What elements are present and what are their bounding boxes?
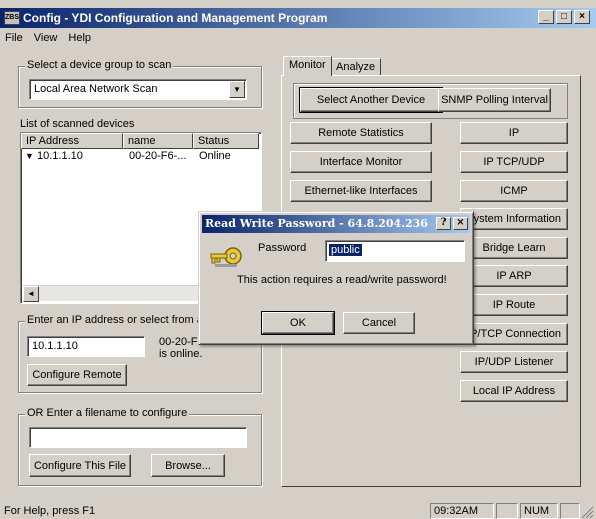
key-icon bbox=[210, 247, 242, 267]
snmp-polling-interval-button[interactable]: SNMP Polling Interval bbox=[438, 88, 551, 112]
main-window: ZBS Config - YDI Configuration and Manag… bbox=[0, 0, 596, 519]
ip-tcp-udp-button[interactable]: IP TCP/UDP bbox=[460, 151, 568, 173]
dialog-close-button[interactable]: × bbox=[453, 217, 468, 230]
password-value: public bbox=[329, 244, 362, 256]
password-input[interactable]: public bbox=[325, 240, 465, 262]
interface-monitor-button[interactable]: Interface Monitor bbox=[290, 151, 432, 173]
configure-remote-button[interactable]: Configure Remote bbox=[27, 364, 127, 386]
ip-tcp-connection-button[interactable]: P/TCP Connection bbox=[460, 323, 568, 345]
device-icon: ▼ bbox=[25, 151, 34, 161]
password-dialog: Read Write Password - 64.8.204.236 ? × P… bbox=[198, 211, 474, 345]
status-num: NUM bbox=[520, 503, 558, 519]
password-label: Password bbox=[258, 242, 307, 254]
row-status: Online bbox=[199, 150, 231, 162]
menu-view[interactable]: View bbox=[29, 30, 64, 48]
status-help-text: For Help, press F1 bbox=[4, 505, 96, 517]
tab-analyze[interactable]: Analyze bbox=[330, 58, 382, 76]
configure-file-button[interactable]: Configure This File bbox=[29, 454, 131, 477]
device-group-label: Select a device group to scan bbox=[25, 59, 174, 71]
resize-grip-icon[interactable] bbox=[580, 505, 594, 519]
status-time: 09:32AM bbox=[430, 503, 494, 519]
tab-monitor[interactable]: Monitor bbox=[283, 56, 332, 76]
browse-button[interactable]: Browse... bbox=[151, 454, 225, 477]
close-button[interactable]: × bbox=[574, 10, 590, 24]
chevron-down-icon[interactable]: ▼ bbox=[229, 81, 245, 98]
dialog-title: Read Write Password - 64.8.204.236 bbox=[205, 217, 428, 230]
device-group-box: Select a device group to scan Local Area… bbox=[18, 59, 262, 108]
row-name: 00-20-F6-... bbox=[129, 150, 187, 162]
cancel-button[interactable]: Cancel bbox=[343, 312, 415, 334]
dialog-title-bar[interactable]: Read Write Password - 64.8.204.236 ? × bbox=[202, 215, 470, 233]
file-group-label: OR Enter a filename to configure bbox=[25, 407, 190, 419]
dialog-message: This action requires a read/write passwo… bbox=[237, 274, 447, 286]
maximize-button[interactable]: □ bbox=[556, 10, 572, 24]
ip-udp-listener-button[interactable]: IP/UDP Listener bbox=[460, 351, 568, 373]
ip-button[interactable]: IP bbox=[460, 122, 568, 144]
ip-group-label: Enter an IP address or select from al bbox=[25, 314, 208, 326]
device-list-header: IP Address name Status bbox=[21, 133, 261, 149]
system-information-button[interactable]: ystem Information bbox=[460, 208, 568, 230]
menu-file[interactable]: File bbox=[0, 30, 29, 48]
ip-arp-button[interactable]: IP ARP bbox=[460, 265, 568, 287]
icmp-button[interactable]: ICMP bbox=[460, 180, 568, 202]
column-name[interactable]: name bbox=[123, 133, 193, 149]
menu-bar: File View Help bbox=[0, 30, 97, 48]
column-status[interactable]: Status bbox=[193, 133, 259, 149]
select-another-device-button[interactable]: Select Another Device bbox=[299, 87, 443, 113]
device-list-label: List of scanned devices bbox=[20, 118, 135, 130]
scroll-left-icon[interactable]: ◄ bbox=[23, 286, 39, 302]
file-group-box: OR Enter a filename to configure Configu… bbox=[18, 407, 262, 486]
app-icon: ZBS bbox=[4, 11, 20, 25]
ethernet-like-interfaces-button[interactable]: Ethernet-like Interfaces bbox=[290, 180, 432, 202]
menu-help[interactable]: Help bbox=[63, 30, 97, 48]
device-group-selected: Local Area Network Scan bbox=[34, 83, 158, 95]
ip-route-button[interactable]: IP Route bbox=[460, 294, 568, 316]
local-ip-address-button[interactable]: Local IP Address bbox=[460, 380, 568, 402]
device-mac-text: 00-20-F bbox=[159, 336, 198, 348]
dialog-help-button[interactable]: ? bbox=[436, 217, 451, 230]
row-ip: 10.1.1.10 bbox=[36, 150, 83, 162]
ip-address-value: 10.1.1.10 bbox=[32, 340, 78, 352]
minimize-button[interactable]: _ bbox=[538, 10, 554, 24]
title-bar[interactable]: ZBS Config - YDI Configuration and Manag… bbox=[0, 8, 596, 28]
table-row[interactable]: ▼ 10.1.1.10 00-20-F6-... Online bbox=[21, 150, 259, 164]
device-online-text: is online. bbox=[159, 348, 203, 360]
filename-input[interactable] bbox=[29, 427, 247, 448]
window-title: Config - YDI Configuration and Managemen… bbox=[23, 11, 328, 25]
status-blank-pane bbox=[496, 503, 518, 519]
status-blank-pane-2 bbox=[560, 503, 580, 519]
device-group-combo[interactable]: Local Area Network Scan ▼ bbox=[29, 79, 247, 100]
status-bar: For Help, press F1 09:32AM NUM bbox=[0, 500, 596, 519]
ip-address-input[interactable]: 10.1.1.10 bbox=[27, 336, 145, 357]
bridge-learn-button[interactable]: Bridge Learn bbox=[460, 237, 568, 259]
remote-statistics-button[interactable]: Remote Statistics bbox=[290, 122, 432, 144]
column-ip-address[interactable]: IP Address bbox=[21, 133, 123, 149]
ok-button[interactable]: OK bbox=[261, 311, 335, 335]
